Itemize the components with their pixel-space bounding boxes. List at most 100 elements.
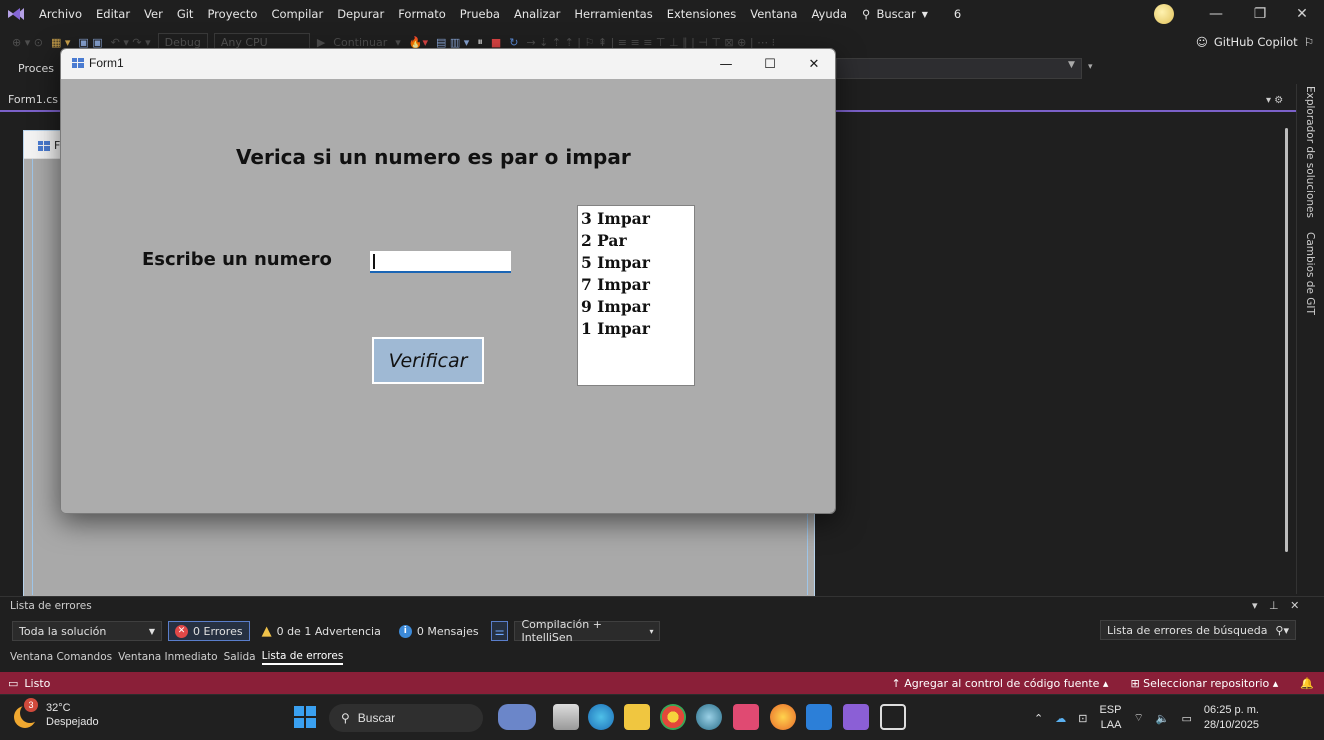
battery-icon[interactable]: ▭ <box>1182 712 1192 725</box>
onedrive-icon[interactable]: ☁ <box>1055 712 1066 725</box>
form-icon <box>72 58 84 68</box>
errors-filter[interactable]: ✕ 0 Errores <box>168 621 250 641</box>
close-icon[interactable]: ✕ <box>1280 0 1324 28</box>
feedback-icon[interactable]: ⚐ <box>1304 35 1314 49</box>
new-file-icon[interactable]: ▦ ▾ <box>51 36 70 49</box>
form1-titlebar[interactable]: Form1 — ☐ ✕ <box>61 49 835 79</box>
menu-ver[interactable]: Ver <box>137 7 170 21</box>
play-icon[interactable]: ▶ <box>317 36 325 49</box>
results-listbox[interactable]: 3 Impar 2 Par 5 Impar 7 Impar 9 Impar 1 … <box>577 205 695 386</box>
panel-controls-icon[interactable]: ▾ ⊥ ✕ <box>1252 599 1303 612</box>
stop-icon[interactable]: ■ <box>491 36 501 49</box>
error-search-placeholder: Lista de errores de búsqueda <box>1107 623 1268 637</box>
menu-proyecto[interactable]: Proyecto <box>200 7 264 21</box>
tab-options-icon[interactable]: ▾ ⚙ <box>1266 95 1283 106</box>
menu-ventana[interactable]: Ventana <box>743 7 804 21</box>
menu-archivo[interactable]: Archivo <box>32 7 89 21</box>
task-view-icon[interactable] <box>553 704 579 730</box>
pause-icon[interactable]: ⏸ <box>477 35 483 49</box>
error-search-input[interactable]: Lista de errores de búsqueda ⚲▾ <box>1100 620 1296 640</box>
warnings-filter[interactable]: ▲ 0 de 1 Advertencia <box>256 621 387 641</box>
volume-icon[interactable]: 🔈 <box>1156 712 1170 725</box>
language-indicator[interactable]: ESP LAA <box>1099 703 1121 733</box>
restart-icon[interactable]: ↻ <box>509 36 518 49</box>
list-item[interactable]: 1 Impar <box>581 318 691 340</box>
minimize-icon[interactable]: — <box>704 49 748 79</box>
build-filter-select[interactable]: Compilación + IntelliSen ▾ <box>514 618 661 644</box>
undo-icon[interactable]: ↶ ▾ ↷ ▾ <box>111 36 151 49</box>
step-icons[interactable]: → ⇣ ⇡ ⇡ | ⚐ ⇞ | ≡ ≡ ≡ ⊤ ⊥ ∥ | ⊣ ⊤ ⊠ ⊕ | … <box>526 36 775 49</box>
continue-button[interactable]: Continuar <box>333 36 387 49</box>
minimize-icon[interactable]: — <box>1194 0 1238 28</box>
close-icon[interactable]: ✕ <box>792 49 835 79</box>
menu-prueba[interactable]: Prueba <box>453 7 507 21</box>
wifi-icon[interactable]: ⌔ <box>1133 711 1143 725</box>
toolbox-icon[interactable]: ▤ ▥ ▾ <box>436 36 469 49</box>
windows-start-icon[interactable] <box>292 704 318 730</box>
list-item[interactable]: 9 Impar <box>581 296 691 318</box>
tab-output[interactable]: Salida <box>224 651 256 663</box>
windows-logo <box>294 706 316 728</box>
chevron-down-icon[interactable]: ▾ <box>395 36 401 49</box>
list-item[interactable]: 5 Impar <box>581 252 691 274</box>
info-icon: i <box>398 624 412 638</box>
scrollbar-thumb[interactable] <box>1285 128 1288 552</box>
list-item[interactable]: 3 Impar <box>581 208 691 230</box>
menu-formato[interactable]: Formato <box>391 7 453 21</box>
save-icon[interactable]: ▣ ▣ <box>78 36 102 49</box>
remote-icon[interactable]: ⊡ <box>1078 712 1087 725</box>
nav-back-icon[interactable]: ⊕ ▾ ⊙ <box>12 36 43 49</box>
menu-extensiones[interactable]: Extensiones <box>660 7 744 21</box>
menu-compilar[interactable]: Compilar <box>264 7 330 21</box>
menu-depurar[interactable]: Depurar <box>330 7 391 21</box>
chrome-icon[interactable] <box>660 704 686 730</box>
menu-git[interactable]: Git <box>170 7 201 21</box>
solution-explorer-tab[interactable]: Explorador de soluciones <box>1304 86 1316 218</box>
tab-form1-cs[interactable]: Form1.cs <box>8 93 58 106</box>
menu-editar[interactable]: Editar <box>89 7 137 21</box>
source-control-button[interactable]: ↑ Agregar al control de código fuente ▴ <box>892 677 1109 690</box>
search-icon: ⚲ <box>862 7 871 21</box>
menu-analizar[interactable]: Analizar <box>507 7 567 21</box>
verify-button[interactable]: Verificar <box>372 337 484 384</box>
stack-frame-select[interactable] <box>836 58 1082 79</box>
maximize-icon[interactable]: ☐ <box>748 49 792 79</box>
chevron-up-icon[interactable]: ⌃ <box>1034 712 1043 725</box>
access-icon[interactable] <box>733 704 759 730</box>
hot-reload-icon[interactable]: 🔥▾ <box>409 36 428 49</box>
widget-icon[interactable] <box>498 704 536 730</box>
clock[interactable]: 06:25 p. m. 28/10/2025 <box>1204 703 1259 733</box>
copilot-label: GitHub Copilot <box>1213 35 1298 49</box>
teams-icon[interactable] <box>806 704 832 730</box>
form1-window: Form1 — ☐ ✕ Verica si un numero es par o… <box>60 48 836 514</box>
list-item[interactable]: 2 Par <box>581 230 691 252</box>
taskbar-search[interactable]: ⚲ Buscar <box>329 704 483 732</box>
avatar[interactable] <box>1154 4 1174 24</box>
git-changes-tab[interactable]: Cambios de GIT <box>1304 232 1316 315</box>
notifications-icon[interactable]: 🔔 <box>1300 677 1314 690</box>
number-input[interactable] <box>370 251 511 273</box>
tab-error-list[interactable]: Lista de errores <box>261 650 344 665</box>
vs-logo-icon[interactable] <box>0 0 32 28</box>
vs-search[interactable]: ⚲ Buscar ▼ 6 <box>862 7 961 21</box>
messages-filter[interactable]: i 0 Mensajes <box>393 621 485 641</box>
weather-temp: 32°C <box>46 702 71 714</box>
restore-icon[interactable]: ❐ <box>1238 0 1282 28</box>
tab-command-window[interactable]: Ventana Comandos <box>10 651 112 663</box>
browser-icon[interactable] <box>770 704 796 730</box>
copilot-button[interactable]: ☺ GitHub Copilot ⚐ <box>1196 28 1314 56</box>
weather-widget[interactable]: 3 32°C Despejado <box>10 698 99 730</box>
scope-select[interactable]: Toda la solución ▼ <box>12 621 162 641</box>
form-app-icon[interactable] <box>880 704 906 730</box>
menu-herramientas[interactable]: Herramientas <box>567 7 659 21</box>
visual-studio-icon[interactable] <box>843 704 869 730</box>
repo-label: Seleccionar repositorio <box>1143 676 1270 690</box>
repo-button[interactable]: ⊞ Seleccionar repositorio ▴ <box>1130 677 1278 690</box>
file-explorer-icon[interactable] <box>624 704 650 730</box>
filter-icon[interactable]: ⚌ <box>490 621 509 641</box>
edge-icon[interactable] <box>588 704 614 730</box>
app-icon[interactable] <box>696 704 722 730</box>
tab-immediate-window[interactable]: Ventana Inmediato <box>118 651 217 663</box>
list-item[interactable]: 7 Impar <box>581 274 691 296</box>
menu-ayuda[interactable]: Ayuda <box>804 7 854 21</box>
